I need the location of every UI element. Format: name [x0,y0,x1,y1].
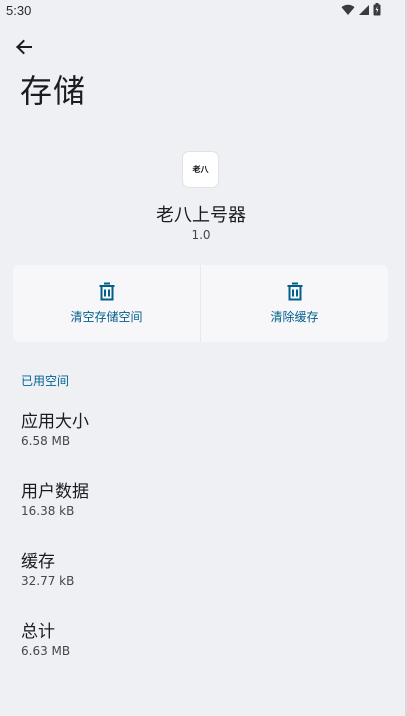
storage-item-app-size: 应用大小 6.58 MB [21,411,89,448]
clear-storage-button[interactable]: 清空存储空间 [13,265,200,342]
storage-item-value: 16.38 kB [21,504,75,518]
clear-cache-button[interactable]: 清除缓存 [200,265,388,342]
storage-actions-card: 清空存储空间 清除缓存 [13,265,388,342]
page-title: 存储 [20,72,87,110]
signal-icon [359,4,369,15]
storage-item-user-data: 用户数据 16.38 kB [21,481,89,518]
storage-item-cache: 缓存 32.77 kB [21,551,74,588]
storage-item-title: 用户数据 [21,482,89,502]
status-icons [341,3,381,16]
app-icon: 老八 [183,152,218,187]
wifi-icon [341,4,355,15]
status-bar: 5:30 [0,0,407,22]
arrow-back-icon [16,39,32,55]
storage-item-total: 总计 6.63 MB [21,621,70,658]
storage-item-title: 缓存 [21,552,55,572]
app-name: 老八上号器 [156,205,246,226]
status-time: 5:30 [6,3,32,18]
storage-item-value: 6.58 MB [21,434,71,448]
section-header-used-space: 已用空间 [21,374,70,388]
trash-icon [287,282,302,301]
storage-item-value: 32.77 kB [21,574,75,588]
app-icon-text: 老八 [192,165,209,174]
trash-icon [99,282,114,301]
battery-icon [373,3,381,16]
storage-item-title: 总计 [21,622,55,642]
storage-item-value: 6.63 MB [21,644,71,658]
back-button[interactable] [12,35,36,59]
storage-item-title: 应用大小 [21,412,89,432]
clear-cache-label: 清除缓存 [270,310,319,324]
clear-storage-label: 清空存储空间 [70,310,143,324]
app-version: 1.0 [191,228,211,242]
